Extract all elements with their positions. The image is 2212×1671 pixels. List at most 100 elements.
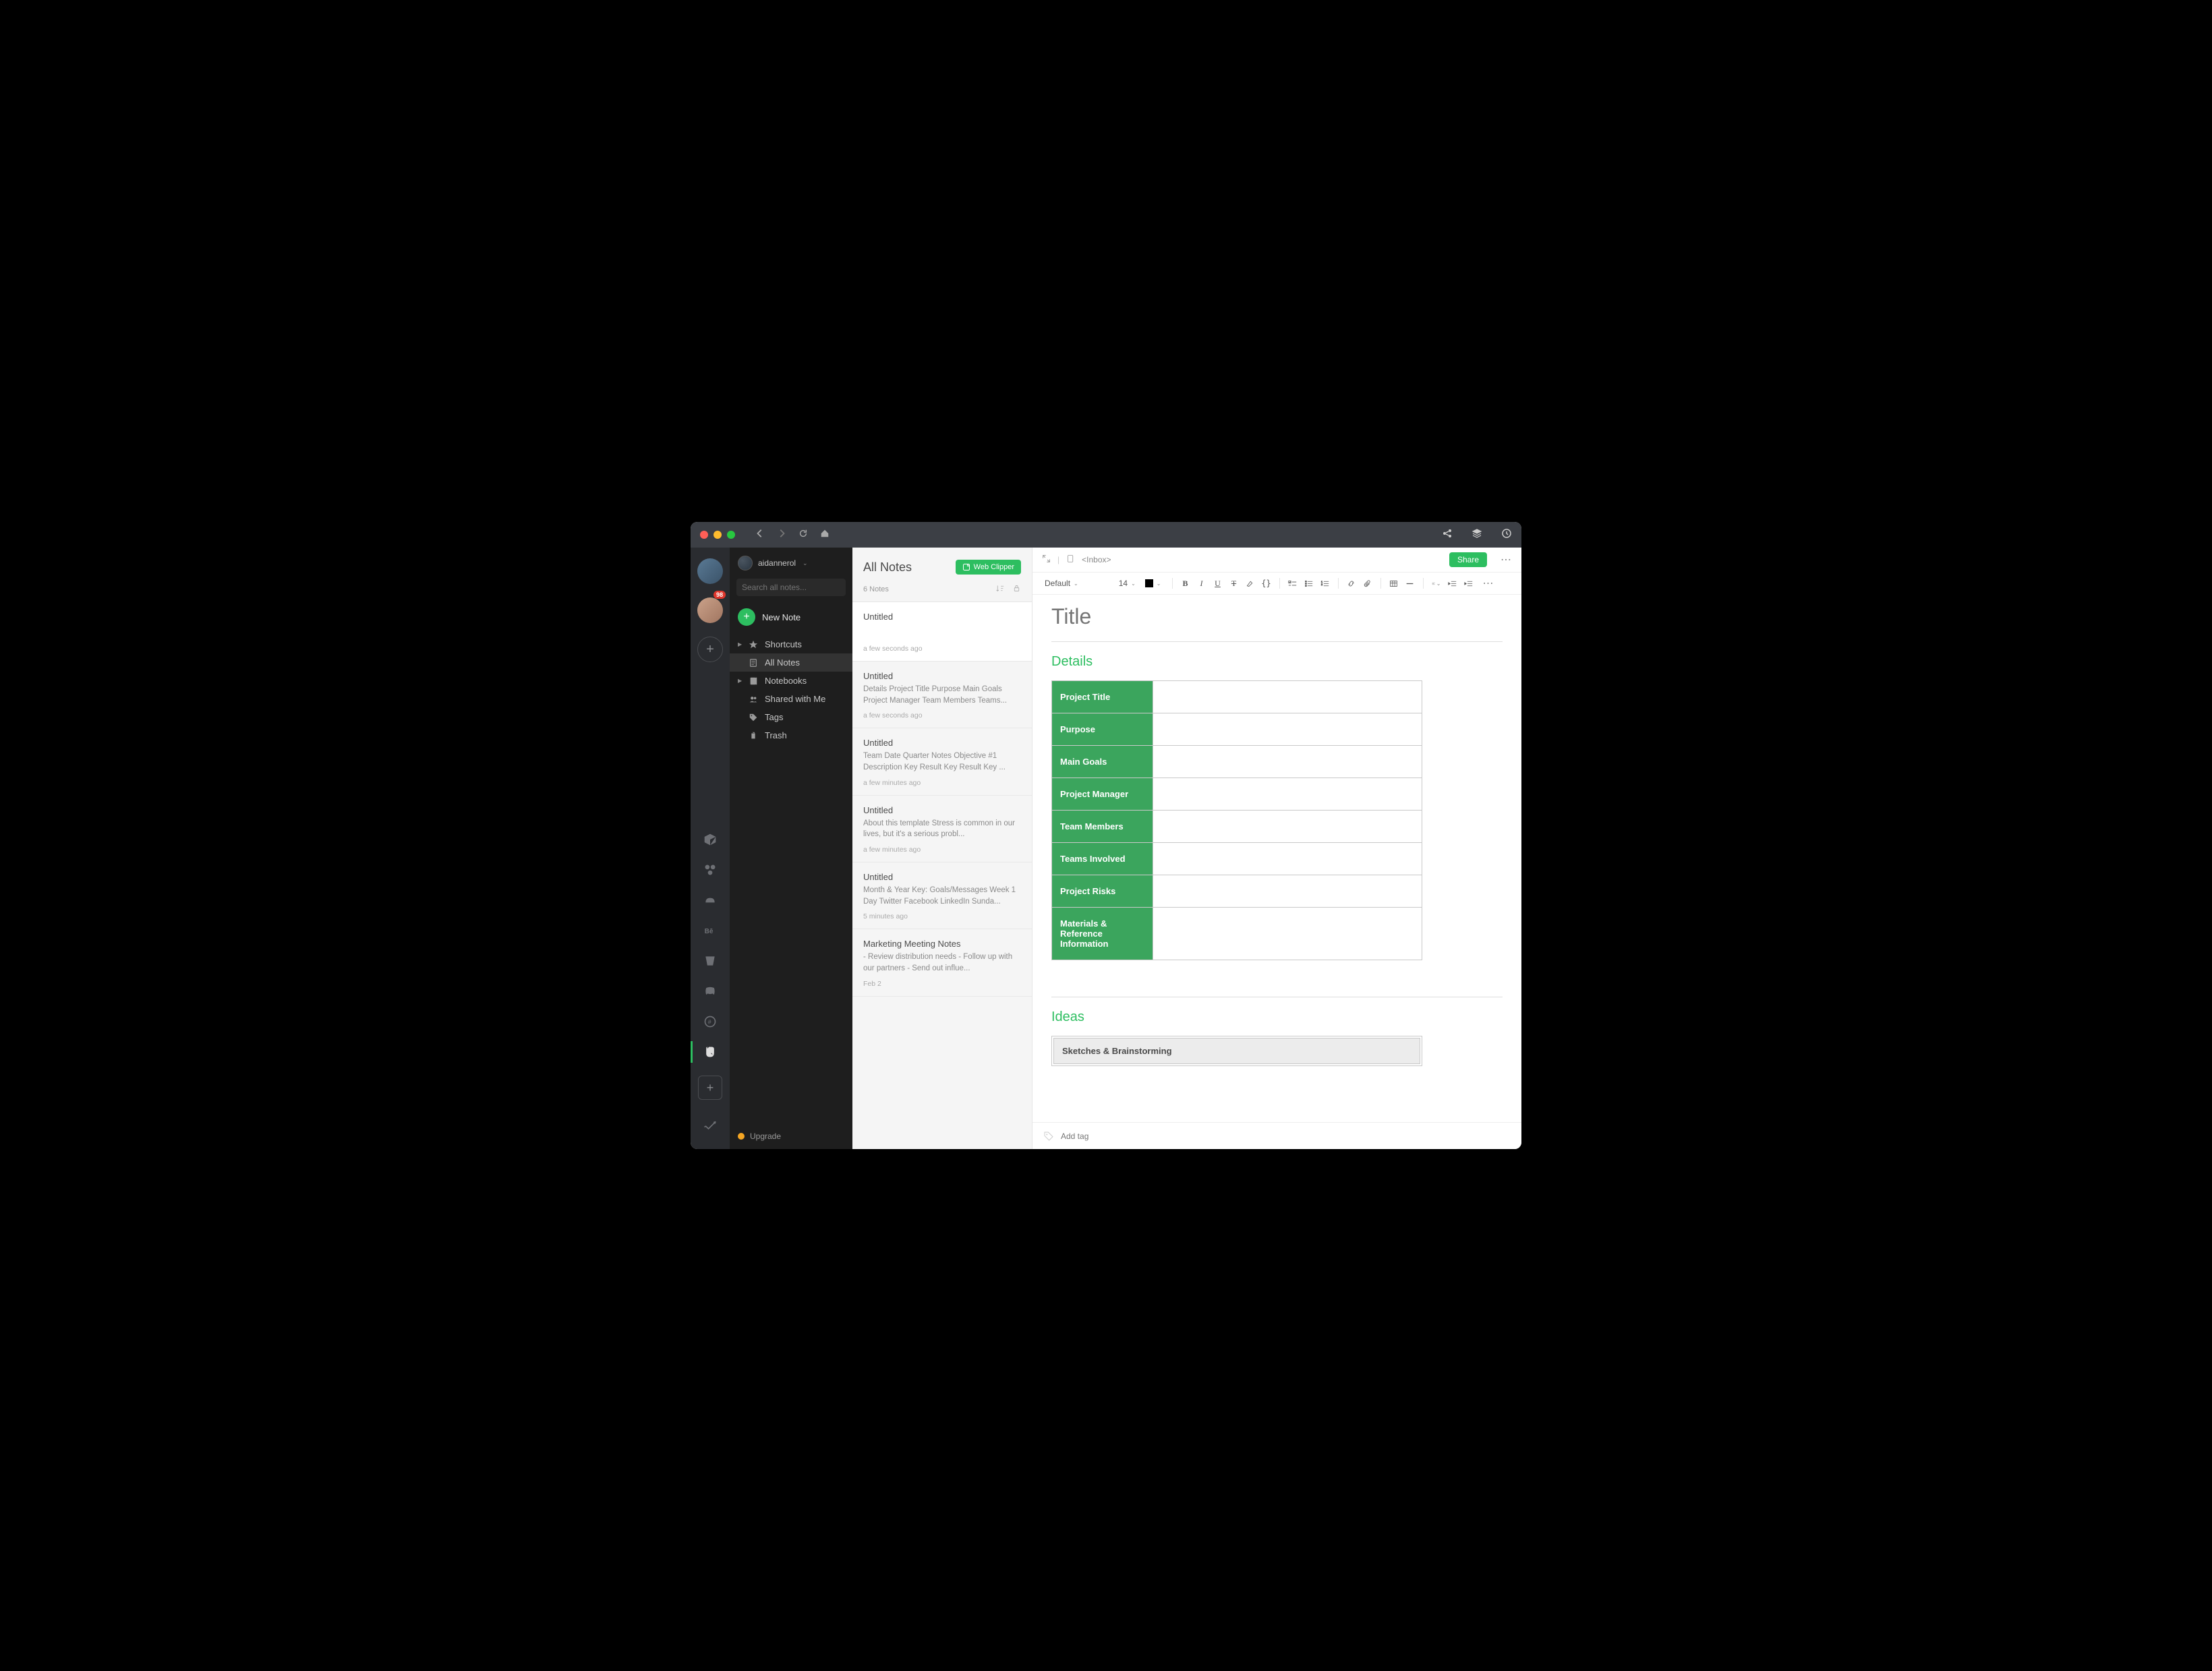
font-size-select[interactable]: 14⌄ <box>1116 579 1138 588</box>
align-button[interactable]: ⌄ <box>1432 579 1441 588</box>
numbered-list-button[interactable]: 12 <box>1320 579 1330 588</box>
window-controls <box>700 531 735 539</box>
sidebar-footer: Upgrade <box>730 1123 852 1149</box>
rail-app-icon-behance[interactable]: Bē <box>703 924 717 941</box>
details-row-key: Teams Involved <box>1052 843 1153 875</box>
new-note-button[interactable]: + <box>738 608 755 626</box>
history-icon[interactable] <box>1501 528 1512 542</box>
underline-button[interactable]: U <box>1213 579 1223 588</box>
details-row-value[interactable] <box>1153 908 1422 960</box>
search-input[interactable] <box>742 583 846 592</box>
sidebar-item-notebooks[interactable]: ▶ Notebooks <box>730 672 852 690</box>
close-window[interactable] <box>700 531 708 539</box>
rail-settings-icon[interactable] <box>703 1119 717 1136</box>
font-family-select[interactable]: Default⌄ <box>1042 579 1081 588</box>
indent-button[interactable] <box>1464 579 1474 588</box>
svg-text:2: 2 <box>1321 582 1323 585</box>
font-color-select[interactable]: ⌄ <box>1142 579 1164 587</box>
new-note-row[interactable]: + New Note <box>730 604 852 635</box>
reload-button[interactable] <box>798 529 808 541</box>
details-row-value[interactable] <box>1153 811 1422 843</box>
workspace-avatar-1[interactable] <box>697 558 723 584</box>
divider-button[interactable] <box>1405 579 1415 588</box>
breadcrumb[interactable]: <Inbox> <box>1082 555 1111 564</box>
more-menu[interactable]: ⋯ <box>1501 553 1512 566</box>
filter-lock-button[interactable] <box>1012 584 1021 595</box>
app-window: 98 + Bē # + aidannerol ⌄ <box>691 522 1521 1149</box>
note-list-item[interactable]: Marketing Meeting Notes- Review distribu… <box>852 929 1032 996</box>
home-button[interactable] <box>820 529 830 541</box>
rail-app-icon-evernote[interactable] <box>703 1045 717 1062</box>
sidebar-item-trash[interactable]: Trash <box>730 726 852 744</box>
sidebar-item-shared[interactable]: Shared with Me <box>730 690 852 708</box>
rail-app-icon-discord[interactable] <box>703 985 717 1001</box>
note-item-preview: Month & Year Key: Goals/Messages Week 1 … <box>863 885 1021 907</box>
details-row-value[interactable] <box>1153 778 1422 811</box>
note-list-item[interactable]: UntitledTeam Date Quarter Notes Objectiv… <box>852 728 1032 795</box>
search-box[interactable] <box>736 579 846 596</box>
upgrade-link[interactable]: Upgrade <box>750 1132 781 1141</box>
note-item-title: Untitled <box>863 805 1021 815</box>
details-row-value[interactable] <box>1153 681 1422 713</box>
svg-text:Bē: Bē <box>705 928 714 935</box>
sidebar-label: Shared with Me <box>765 694 825 704</box>
back-button[interactable] <box>755 529 765 541</box>
rail-add-app-button[interactable]: + <box>698 1076 722 1100</box>
note-list-item[interactable]: UntitledDetails Project Title Purpose Ma… <box>852 662 1032 728</box>
add-tag-input[interactable] <box>1061 1132 1165 1141</box>
strikethrough-button[interactable]: T <box>1229 579 1239 588</box>
rail-app-icon-bitbucket[interactable] <box>703 954 717 971</box>
add-workspace-button[interactable]: + <box>697 637 723 662</box>
rail-app-icon-3[interactable] <box>703 893 717 910</box>
sidebar-label: All Notes <box>765 657 800 668</box>
checklist-button[interactable] <box>1288 579 1298 588</box>
table-button[interactable] <box>1389 579 1399 588</box>
expand-icon[interactable] <box>1042 554 1051 565</box>
workspace-avatar-2[interactable]: 98 <box>697 593 723 623</box>
attachment-button[interactable] <box>1363 579 1372 588</box>
note-item-preview: Details Project Title Purpose Main Goals… <box>863 684 1021 706</box>
disclosure-triangle: ▶ <box>738 641 742 647</box>
bulleted-list-button[interactable] <box>1304 579 1314 588</box>
note-item-time: Feb 2 <box>863 980 1021 988</box>
details-row-value[interactable] <box>1153 843 1422 875</box>
note-title-input[interactable] <box>1051 602 1503 639</box>
code-button[interactable]: {} <box>1262 579 1271 588</box>
upgrade-dot-icon <box>738 1133 745 1140</box>
sidebar-item-shortcuts[interactable]: ▶ Shortcuts <box>730 635 852 653</box>
forward-button[interactable] <box>777 529 786 541</box>
editor-content[interactable]: Details Project TitlePurposeMain GoalsPr… <box>1032 595 1521 1122</box>
notification-badge: 98 <box>714 591 726 599</box>
note-list-item[interactable]: Untitleda few seconds ago <box>852 602 1032 662</box>
share-icon[interactable] <box>1442 528 1453 542</box>
sidebar-item-tags[interactable]: Tags <box>730 708 852 726</box>
sidebar-item-allnotes[interactable]: All Notes <box>730 653 852 672</box>
people-icon <box>749 695 758 704</box>
note-list-item[interactable]: UntitledMonth & Year Key: Goals/Messages… <box>852 862 1032 929</box>
rail-app-icon-2[interactable] <box>703 863 717 880</box>
details-row-key: Team Members <box>1052 811 1153 843</box>
details-row-value[interactable] <box>1153 713 1422 746</box>
web-clipper-button[interactable]: Web Clipper <box>956 560 1021 575</box>
link-button[interactable] <box>1347 579 1356 588</box>
ideas-table[interactable]: Sketches & Brainstorming <box>1051 1036 1422 1066</box>
share-button[interactable]: Share <box>1449 552 1487 567</box>
minimize-window[interactable] <box>714 531 722 539</box>
outdent-button[interactable] <box>1448 579 1457 588</box>
rail-app-icon-1[interactable] <box>703 833 717 850</box>
bold-button[interactable]: B <box>1181 579 1190 588</box>
account-switcher[interactable]: aidannerol ⌄ <box>730 548 852 579</box>
sort-button[interactable] <box>995 584 1004 595</box>
note-list-item[interactable]: UntitledAbout this template Stress is co… <box>852 796 1032 862</box>
maximize-window[interactable] <box>727 531 735 539</box>
italic-button[interactable]: I <box>1197 579 1206 588</box>
details-table[interactable]: Project TitlePurposeMain GoalsProject Ma… <box>1051 680 1422 960</box>
details-row-value[interactable] <box>1153 746 1422 778</box>
rail-app-icon-slack[interactable]: # <box>703 1015 717 1032</box>
editor-panel: | <Inbox> Share ⋯ Default⌄ 14⌄ ⌄ B I U T <box>1032 548 1521 1149</box>
highlight-button[interactable] <box>1246 579 1255 588</box>
layers-icon[interactable] <box>1472 528 1482 542</box>
details-row-value[interactable] <box>1153 875 1422 908</box>
notebook-icon[interactable] <box>1066 554 1075 565</box>
toolbar-more[interactable]: ⋯ <box>1483 577 1494 590</box>
